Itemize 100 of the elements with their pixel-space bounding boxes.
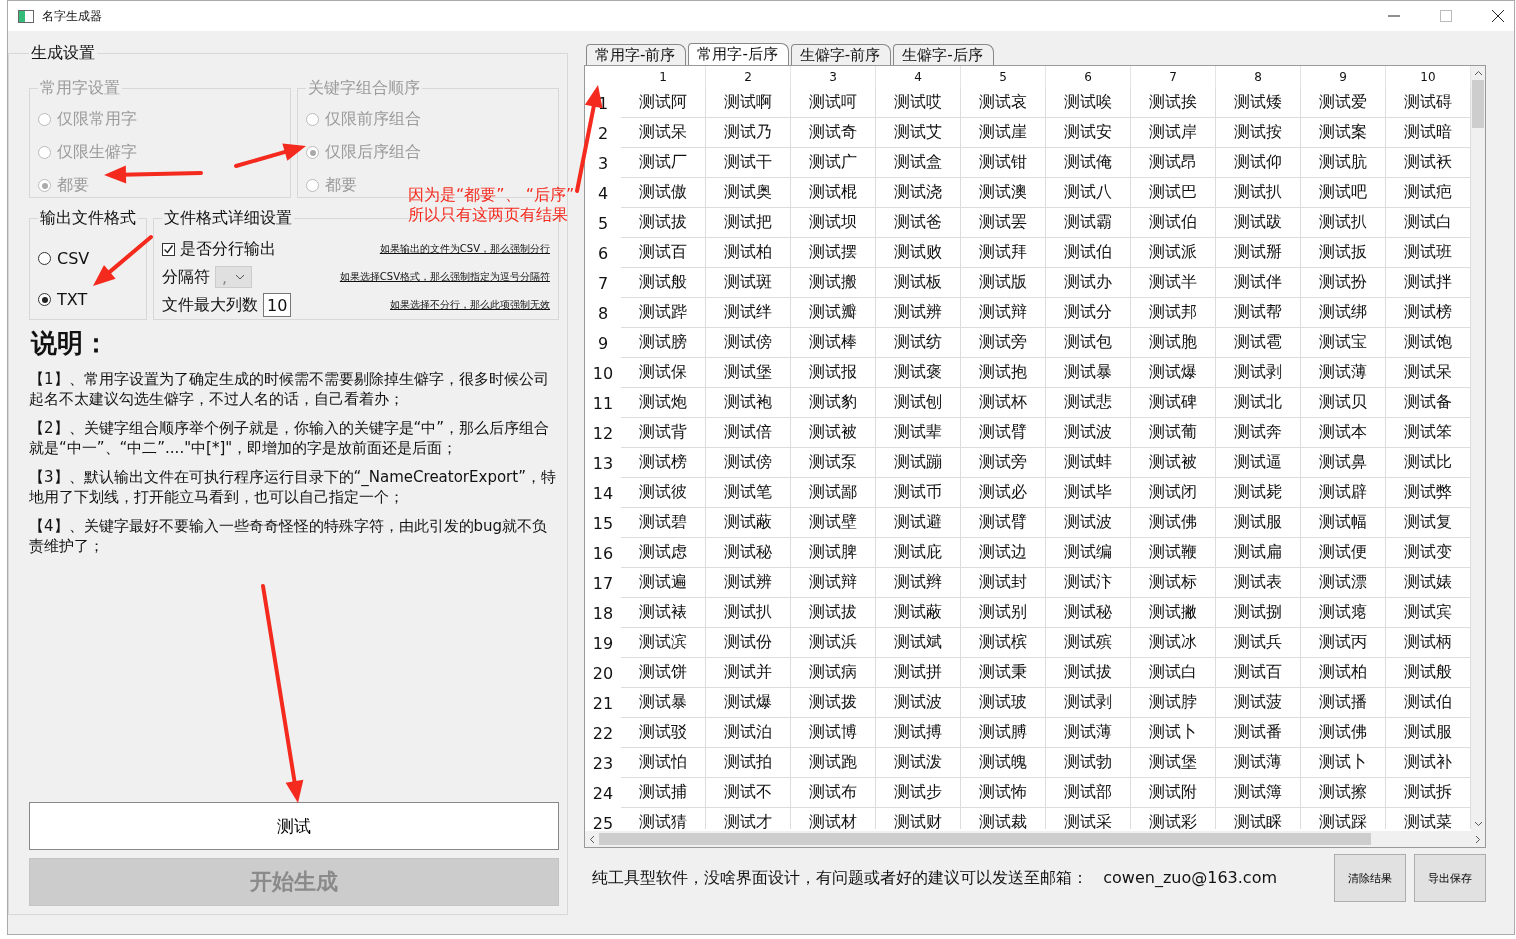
scroll-right-icon[interactable] (1475, 834, 1481, 844)
scroll-left-icon[interactable] (589, 834, 595, 844)
table-cell: 测试保 (621, 358, 706, 388)
table-cell: 测试摆 (791, 238, 876, 268)
column-header: 1 (621, 66, 706, 88)
table-cell: 测试跑 (791, 748, 876, 778)
table-cell: 测试饼 (621, 658, 706, 688)
table-cell: 测试辈 (876, 418, 961, 448)
table-cell: 测试崖 (961, 118, 1046, 148)
table-cell: 测试霸 (1046, 208, 1131, 238)
table-cell: 测试跋 (1216, 208, 1301, 238)
row-header: 7 (596, 272, 610, 295)
table-cell: 测试巴 (1131, 178, 1216, 208)
table-cell: 测试爸 (876, 208, 961, 238)
table-cell: 测试柏 (706, 238, 791, 268)
checkbox[interactable] (162, 242, 175, 256)
table-cell: 测试布 (791, 778, 876, 808)
table-cell: 测试剥 (1046, 688, 1131, 718)
row-header: 6 (596, 242, 610, 265)
table-cell: 测试碧 (621, 508, 706, 538)
table-cell: 测试滨 (621, 628, 706, 658)
table-cell: 测试丙 (1301, 628, 1386, 658)
hint-link[interactable]: 如果输出的文件为CSV，那么强制分行 (379, 242, 550, 256)
table-cell: 测试绊 (706, 298, 791, 328)
table-cell: 测试帮 (1216, 298, 1301, 328)
table-cell: 测试把 (706, 208, 791, 238)
table-cell: 测试庇 (876, 538, 961, 568)
annotation-arrow (93, 235, 153, 286)
table-cell: 测试秉 (961, 658, 1046, 688)
table-cell: 测试傲 (621, 178, 706, 208)
table-cell: 测试炮 (621, 388, 706, 418)
hint-link[interactable]: 如果选择CSV格式，那么强制指定为逗号分隔符 (339, 270, 550, 284)
radio-label: 都要 (325, 175, 357, 196)
row-header: 20 (591, 662, 615, 685)
table-cell: 测试白 (1131, 658, 1216, 688)
table-cell: 测试纺 (876, 328, 961, 358)
radio-label: 仅限生僻字 (57, 142, 137, 163)
tab[interactable]: 生僻字-前序 (790, 44, 892, 65)
table-cell: 测试暴 (621, 688, 706, 718)
app-icon (18, 9, 34, 23)
table-cell: 测试安 (1046, 118, 1131, 148)
maximize-icon[interactable] (1440, 10, 1452, 22)
vertical-scrollbar[interactable] (1471, 66, 1485, 831)
column-header: 6 (1046, 66, 1131, 88)
column-count-spinbox[interactable]: 10 (263, 293, 292, 317)
radio-button[interactable] (38, 252, 51, 265)
radio-label: 仅限前序组合 (325, 109, 421, 130)
table-cell: 测试绑 (1301, 298, 1386, 328)
checkbox-label: 是否分行输出 (180, 238, 276, 260)
table-cell: 测试卜 (1131, 718, 1216, 748)
table-cell: 测试棒 (791, 328, 876, 358)
scroll-up-icon[interactable] (1473, 70, 1483, 76)
table-cell: 测试臂 (961, 508, 1046, 538)
tab[interactable]: 常用字-后序 (688, 43, 789, 65)
table-cell: 测试扒 (1301, 208, 1386, 238)
table-cell: 测试幅 (1301, 508, 1386, 538)
test-button[interactable]: 测试 (29, 802, 559, 850)
radio-button[interactable] (38, 293, 51, 306)
table-cell: 测试抱 (961, 358, 1046, 388)
table-cell: 测试浇 (876, 178, 961, 208)
scroll-thumb[interactable] (599, 833, 1371, 845)
table-cell: 测试步 (876, 778, 961, 808)
column-header: 3 (791, 66, 876, 88)
table-cell: 测试汴 (1046, 568, 1131, 598)
table-cell: 测试仰 (1216, 148, 1301, 178)
close-icon[interactable] (1492, 10, 1504, 22)
table-cell: 测试佛 (1301, 718, 1386, 748)
table-cell: 测试啊 (706, 88, 791, 118)
tab[interactable]: 常用字-前序 (586, 44, 687, 65)
table-cell: 测试剥 (1216, 358, 1301, 388)
horizontal-scrollbar[interactable] (585, 831, 1485, 847)
table-cell: 测试矮 (1216, 88, 1301, 118)
table-cell: 测试分 (1046, 298, 1131, 328)
table-cell: 测试袍 (706, 388, 791, 418)
table-cell: 测试膊 (961, 718, 1046, 748)
radio-label: 仅限后序组合 (325, 142, 421, 163)
clear-results-button[interactable]: 清除结果 (1334, 854, 1406, 902)
table-cell: 测试辨 (876, 298, 961, 328)
table-cell: 测试褒 (876, 358, 961, 388)
table-cell: 测试封 (961, 568, 1046, 598)
column-header: 5 (961, 66, 1046, 88)
scroll-down-icon[interactable] (1473, 821, 1483, 827)
table-cell: 测试不 (706, 778, 791, 808)
row-header: 16 (591, 542, 615, 565)
scroll-thumb[interactable] (1472, 80, 1484, 128)
table-cell: 测试蔽 (706, 508, 791, 538)
table-cell: 测试波 (1046, 508, 1131, 538)
table-cell: 测试必 (961, 478, 1046, 508)
annotation-text: 所以只有这两页有结果 (408, 205, 569, 225)
table-cell: 测试罢 (961, 208, 1046, 238)
table-cell: 测试玻 (961, 688, 1046, 718)
hint-link[interactable]: 如果选择不分行，那么此项强制无效 (390, 298, 550, 312)
table-cell: 测试斑 (706, 268, 791, 298)
window-title: 名字生成器 (42, 7, 102, 25)
table-cell: 测试奇 (791, 118, 876, 148)
table-cell: 测试搬 (791, 268, 876, 298)
table-cell: 测试堡 (706, 358, 791, 388)
tab[interactable]: 生僻字-后序 (893, 44, 994, 65)
table-cell: 测试壁 (791, 508, 876, 538)
export-button[interactable]: 导出保存 (1414, 854, 1486, 902)
